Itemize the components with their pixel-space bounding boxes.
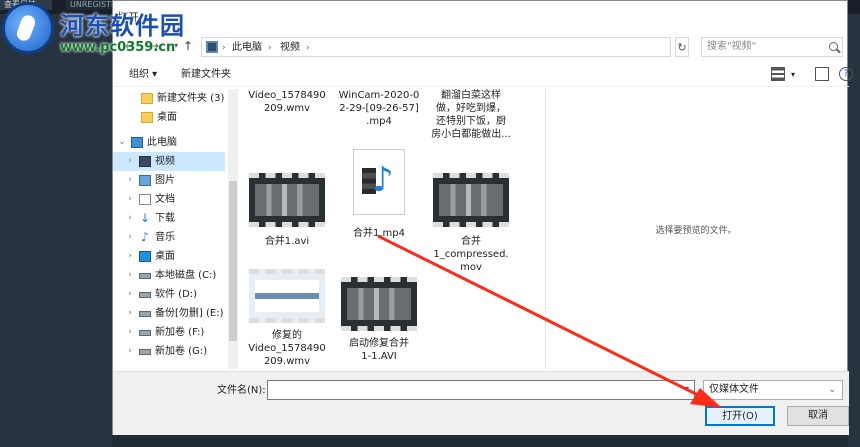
breadcrumb-videos[interactable]: 视频 — [280, 40, 300, 56]
nav-item-desktop[interactable]: › 桌面 — [113, 247, 225, 266]
pictures-folder-icon — [139, 175, 151, 186]
documents-folder-icon — [139, 194, 151, 205]
site-logo-icon — [2, 2, 54, 54]
file-type-select[interactable]: 仅媒体文件 ⌄ — [703, 380, 843, 400]
open-file-dialog: 打开 ← → ▾ ↑ › 此电脑 › 视频 › ⌄ ↻ 搜索"视频" 组织 ▾ … — [112, 0, 853, 435]
chevron-right-icon[interactable]: › — [125, 304, 135, 323]
filename-label: 文件名(N): — [217, 385, 266, 396]
nav-item-drive-e[interactable]: › 备份[勿删] (E:) — [113, 304, 225, 323]
file-item[interactable]: Video_1578490 209.wmv — [243, 89, 331, 115]
chevron-right-icon[interactable]: › — [125, 266, 135, 285]
nav-item-drive-g[interactable]: › 新加卷 (G:) — [113, 342, 225, 361]
chevron-right-icon[interactable]: › — [306, 40, 310, 56]
chevron-right-icon[interactable]: › — [125, 342, 135, 361]
chevron-right-icon[interactable]: › — [125, 285, 135, 304]
filename-input[interactable] — [267, 380, 695, 400]
preview-pane: 选择要预览的文件。 — [545, 89, 845, 369]
preview-pane-icon[interactable] — [815, 67, 829, 81]
drive-icon — [139, 292, 151, 298]
preview-message: 选择要预览的文件。 — [655, 226, 737, 236]
app-left-panel — [0, 14, 112, 447]
video-thumbnail — [341, 277, 417, 331]
breadcrumb-this-pc[interactable]: 此电脑 — [232, 40, 262, 56]
desktop-icon — [139, 251, 151, 262]
media-file-icon — [353, 149, 405, 215]
nav-item-music[interactable]: › ♪ 音乐 — [113, 228, 225, 247]
navigation-pane: 新建文件夹 (3) 桌面 ⌄ 此电脑 › 视频 › 图片 › 文档 › ↓ 下载… — [113, 89, 239, 369]
folder-icon — [141, 93, 153, 104]
nav-item-drive-d[interactable]: › 软件 (D:) — [113, 285, 225, 304]
filename-history-icon[interactable]: ▾ — [685, 384, 689, 393]
drive-icon — [139, 273, 151, 279]
chevron-right-icon[interactable]: › — [125, 152, 135, 171]
nav-item-downloads[interactable]: › ↓ 下载 — [113, 209, 225, 228]
nav-item-drive-c[interactable]: › 本地磁盘 (C:) — [113, 266, 225, 285]
file-list: Video_1578490 209.wmv WinCam-2020-0 2-29… — [243, 89, 543, 369]
nav-scrollbar-thumb[interactable] — [229, 181, 237, 341]
drive-icon — [139, 349, 151, 355]
file-item[interactable]: 修复的 Video_1578490 209.wmv — [243, 269, 331, 368]
chevron-right-icon[interactable]: › — [125, 323, 135, 342]
navigation-row: ← → ▾ ↑ › 此电脑 › 视频 › ⌄ ↻ 搜索"视频" — [113, 35, 849, 59]
drive-icon — [139, 311, 151, 317]
nav-scrollbar[interactable] — [228, 89, 238, 369]
toolbar: 组织 ▾ 新建文件夹 ▾ ? — [113, 63, 853, 87]
nav-item-drive-f[interactable]: › 新加卷 (F:) — [113, 323, 225, 342]
search-input[interactable]: 搜索"视频" — [701, 37, 843, 57]
chevron-right-icon[interactable]: › — [125, 190, 135, 209]
music-icon: ♪ — [141, 230, 149, 244]
view-options-chevron-icon[interactable]: ▾ — [791, 67, 795, 83]
chevron-right-icon[interactable]: › — [125, 171, 135, 190]
file-item[interactable]: 合并1.mp4 — [335, 149, 423, 240]
change-view-icon[interactable] — [771, 67, 785, 81]
refresh-button[interactable]: ↻ — [675, 37, 689, 57]
pc-icon — [131, 137, 143, 148]
chevron-right-icon[interactable]: › — [125, 247, 135, 266]
chevron-down-icon[interactable]: ⌄ — [117, 133, 127, 152]
file-type-value: 仅媒体文件 — [709, 384, 759, 395]
nav-item-documents[interactable]: › 文档 — [113, 190, 225, 209]
video-folder-icon — [139, 156, 151, 167]
organize-button[interactable]: 组织 ▾ — [129, 67, 157, 83]
drive-icon — [139, 330, 151, 336]
help-icon[interactable]: ? — [839, 67, 853, 81]
nav-item-this-pc[interactable]: ⌄ 此电脑 — [113, 133, 225, 152]
chevron-right-icon[interactable]: › — [125, 228, 135, 247]
video-folder-icon — [206, 41, 218, 53]
new-folder-button[interactable]: 新建文件夹 — [181, 67, 231, 83]
nav-item-videos[interactable]: › 视频 — [113, 152, 225, 171]
cancel-button[interactable]: 取消 — [787, 406, 849, 426]
nav-item-new-folder-3[interactable]: 新建文件夹 (3) — [113, 89, 225, 108]
file-item[interactable]: WinCam-2020-0 2-29-[09-26-57] .mp4 — [335, 89, 423, 128]
chevron-right-icon[interactable]: › — [268, 40, 272, 56]
search-placeholder: 搜索"视频" — [707, 41, 757, 52]
search-icon[interactable] — [829, 42, 838, 51]
address-bar[interactable]: › 此电脑 › 视频 › ⌄ — [201, 37, 758, 57]
file-item[interactable]: 启动修复合并 1-1.AVI — [335, 277, 423, 363]
video-thumbnail — [249, 269, 325, 323]
file-item[interactable]: 翻溜白菜这样 做，好吃到爆， 还特别下饭，厨 房小白都能做出... — [427, 89, 515, 141]
nav-item-pictures[interactable]: › 图片 — [113, 171, 225, 190]
download-icon: ↓ — [139, 211, 151, 225]
video-thumbnail — [433, 173, 509, 227]
chevron-down-icon[interactable]: ⌄ — [828, 381, 836, 399]
watermark-url: www.pc0359.cn — [60, 40, 176, 55]
video-thumbnail — [249, 173, 325, 227]
file-item[interactable]: 合并 1_compressed. mov — [427, 173, 515, 274]
nav-item-desktop-folder[interactable]: 桌面 — [113, 108, 225, 127]
watermark-title: 河东软件园 — [60, 11, 185, 40]
chevron-right-icon[interactable]: › — [222, 40, 226, 56]
open-button[interactable]: 打开(O) — [705, 406, 775, 426]
folder-icon — [141, 112, 153, 123]
chevron-right-icon[interactable]: › — [125, 209, 135, 228]
file-item[interactable]: 合并1.avi — [243, 173, 331, 248]
dialog-footer: 文件名(N): ▾ 仅媒体文件 ⌄ 打开(O) 取消 — [113, 371, 849, 435]
